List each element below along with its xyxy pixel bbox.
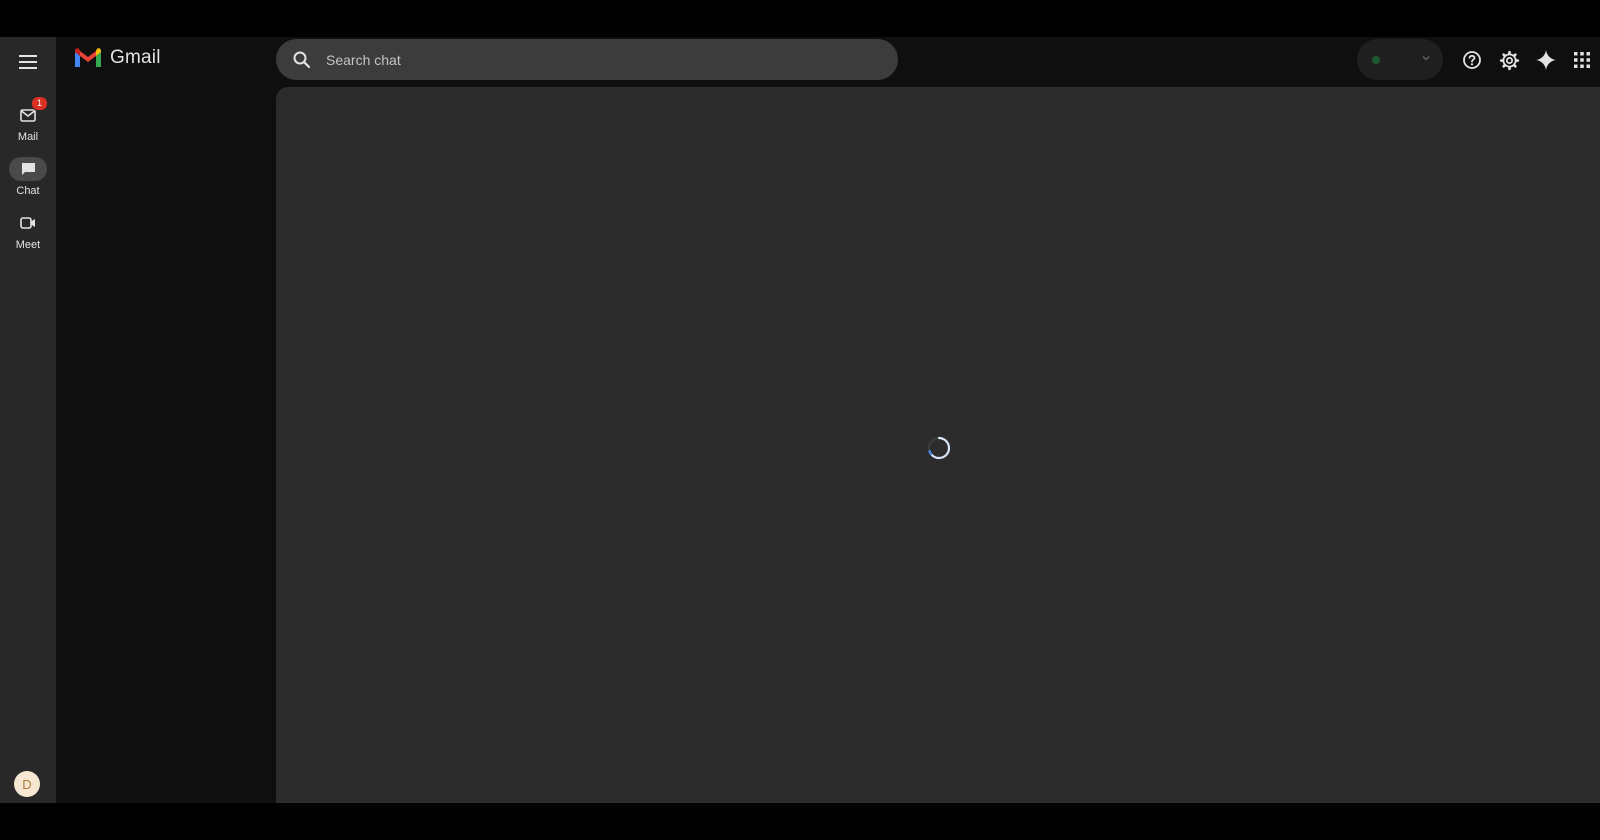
gear-icon: [1499, 50, 1519, 70]
mail-icon: [20, 108, 36, 122]
main-menu-button[interactable]: [14, 49, 42, 75]
rail-item-meet[interactable]: Meet: [0, 211, 56, 251]
letterbox-top: [0, 0, 1600, 37]
gemini-button[interactable]: [1533, 47, 1559, 73]
rail-label-meet: Meet: [15, 239, 41, 251]
settings-button[interactable]: [1496, 47, 1522, 73]
chat-main-panel: [276, 87, 1600, 803]
app-name: Gmail: [110, 47, 161, 68]
search-icon[interactable]: [292, 50, 312, 70]
gmail-m-icon: [75, 47, 101, 67]
rail-label-chat: Chat: [16, 185, 40, 197]
chat-icon: [21, 163, 35, 175]
account-avatar[interactable]: D: [14, 771, 40, 797]
search-bar[interactable]: [276, 39, 898, 80]
unread-badge: 1: [31, 96, 48, 111]
help-button[interactable]: [1459, 47, 1485, 73]
search-input[interactable]: [324, 50, 898, 69]
help-icon: [1463, 51, 1481, 69]
video-icon: [20, 217, 35, 229]
rail-item-mail[interactable]: 1 Mail: [0, 96, 56, 143]
apps-grid-icon: [1574, 52, 1590, 68]
rail-item-chat[interactable]: Chat: [0, 157, 56, 197]
hamburger-icon: [19, 55, 37, 69]
rail-pill-mail: 1: [9, 96, 48, 127]
status-selector[interactable]: [1357, 39, 1443, 80]
rail-pill-chat: [9, 157, 47, 181]
letterbox-bottom: [0, 803, 1600, 840]
gmail-app: 1 Mail Chat Meet D Gmail Search chat: [0, 37, 1600, 803]
google-apps-button[interactable]: [1569, 47, 1595, 73]
rail-label-mail: Mail: [17, 131, 39, 143]
gmail-logo[interactable]: Gmail: [74, 47, 161, 69]
chevron-down-icon: [1422, 55, 1430, 61]
status-dot: [1372, 55, 1380, 64]
loading-spinner-icon: [927, 436, 951, 460]
rail-pill-meet: [9, 211, 47, 235]
nav-rail: 1 Mail Chat Meet D: [0, 37, 56, 803]
gemini-sparkle-icon: [1536, 50, 1556, 70]
